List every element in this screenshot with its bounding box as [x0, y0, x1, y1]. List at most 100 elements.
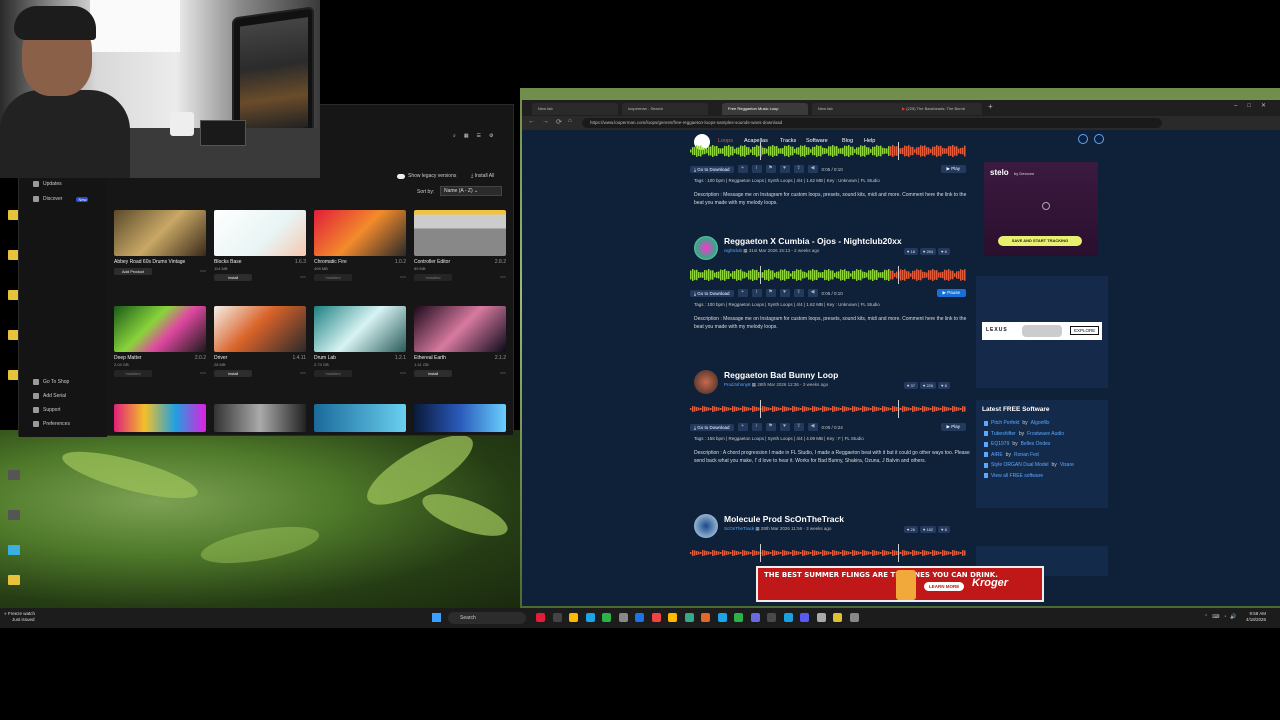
taskbar-app-icon[interactable]: [833, 613, 842, 622]
more-options-icon[interactable]: ⋯: [200, 370, 206, 377]
taskbar-app-icon[interactable]: [635, 613, 644, 622]
plugin-tile[interactable]: Drum Lab 1.2.1 2.73 GB Installed ⋯: [314, 306, 406, 377]
share-icon[interactable]: ⇪: [793, 289, 804, 297]
sidebar-item-go-to-shop[interactable]: Go To Shop: [33, 379, 69, 385]
taskbar-app-icon[interactable]: [734, 613, 743, 622]
taskbar-app-icon[interactable]: [602, 613, 611, 622]
info-icon[interactable]: i: [751, 423, 762, 431]
software-author[interactable]: Visare: [1060, 462, 1074, 468]
clock[interactable]: 9:58 AM 4/18/2026: [1246, 611, 1266, 623]
software-name[interactable]: EQ1979: [991, 441, 1009, 447]
author-avatar[interactable]: [694, 514, 718, 538]
address-bar[interactable]: https://www.looperman.com/loops/genres/f…: [582, 118, 1162, 128]
loop-title[interactable]: Reggaeton X Cumbia - Ojos - Nightclub20x…: [724, 236, 902, 246]
plugin-tile[interactable]: Chromatic Fire 1.0.2 498 MB Installed ⋯: [314, 210, 406, 281]
show-legacy-toggle[interactable]: Show legacy versions: [397, 173, 456, 179]
grid-view-icon[interactable]: ▦: [464, 133, 469, 139]
play-button[interactable]: ▶ Play: [940, 423, 966, 431]
start-icon[interactable]: [432, 613, 441, 622]
plugin-artwork[interactable]: [214, 404, 306, 432]
author-link[interactable]: ScOnTheTrack: [724, 526, 754, 531]
taskbar-app-icon[interactable]: [849, 613, 859, 622]
go-to-download-button[interactable]: ⤓ Go to Download: [690, 423, 734, 431]
taskbar-app-icon[interactable]: [750, 613, 760, 622]
more-options-icon[interactable]: ⋯: [400, 274, 406, 281]
plugin-action-button[interactable]: Install: [414, 370, 452, 377]
author-avatar[interactable]: [694, 236, 718, 260]
plugin-artwork[interactable]: [414, 210, 506, 256]
plugin-artwork[interactable]: [114, 404, 206, 432]
plugin-tile[interactable]: Ethereal Earth 2.1.2 1.41 GB Install ⋯: [414, 306, 506, 377]
plugin-artwork[interactable]: [314, 210, 406, 256]
taskbar-app-icon[interactable]: [618, 613, 628, 622]
free-software-item[interactable]: View all FREE software: [984, 473, 1049, 479]
lexus-ad[interactable]: LEXUS EXPLORE: [982, 322, 1102, 340]
lexus-cta[interactable]: EXPLORE: [1070, 326, 1100, 335]
reload-icon[interactable]: ⟳: [556, 118, 562, 126]
desktop-app-icon[interactable]: [8, 470, 20, 480]
more-options-icon[interactable]: ⋯: [300, 370, 306, 377]
heart-icon[interactable]: ♥: [779, 423, 790, 431]
browser-tab[interactable]: New tab: [812, 103, 898, 115]
settings-icon[interactable]: ⚙: [489, 133, 493, 139]
plugin-action-button[interactable]: Add Product: [114, 268, 152, 275]
more-options-icon[interactable]: ⋯: [500, 370, 506, 377]
software-author[interactable]: Frostwave Audio: [1027, 431, 1064, 437]
taskbar-app-icon[interactable]: [783, 613, 793, 622]
software-author[interactable]: Ronan Fed: [1014, 452, 1039, 458]
volume-icon[interactable]: ◀: [807, 423, 818, 431]
heart-icon[interactable]: ♥: [779, 289, 790, 297]
software-name[interactable]: Pitch Perfekt: [991, 420, 1019, 426]
volume-icon[interactable]: ◀: [807, 165, 818, 173]
more-options-icon[interactable]: ⋯: [400, 370, 406, 377]
software-name[interactable]: View all FREE software: [991, 473, 1043, 479]
author-link[interactable]: nightclub: [724, 248, 742, 253]
desktop-app-icon[interactable]: [8, 510, 20, 520]
plugin-artwork[interactable]: [414, 404, 506, 432]
new-tab-icon[interactable]: +: [988, 102, 993, 111]
taskbar-app-icon[interactable]: [701, 613, 710, 622]
sidebar-item-add-serial[interactable]: Add Serial: [33, 393, 66, 399]
add-icon[interactable]: +: [737, 423, 748, 431]
flag-icon[interactable]: ⚑: [765, 289, 776, 297]
go-to-download-button[interactable]: ⤓ Go to Download: [690, 165, 734, 173]
free-software-item[interactable]: AIRE by Ronan Fed: [984, 452, 1039, 458]
waveform[interactable]: [690, 400, 966, 418]
volume-icon[interactable]: ◀: [807, 289, 818, 297]
taskbar-app-icon[interactable]: [800, 613, 809, 622]
play-button[interactable]: ▶ Pause: [936, 289, 966, 297]
desktop-app-icon[interactable]: [8, 545, 20, 555]
plugin-artwork[interactable]: [214, 306, 306, 352]
install-all-button[interactable]: ⤓ Install All: [471, 173, 494, 179]
taskbar-app-icon[interactable]: [585, 613, 595, 622]
browser-tab[interactable]: New tab: [532, 103, 618, 115]
go-to-download-button[interactable]: ⤓ Go to Download: [690, 289, 734, 297]
back-icon[interactable]: ←: [528, 118, 535, 125]
theme-toggle-icon[interactable]: [1094, 134, 1104, 144]
info-icon[interactable]: i: [751, 165, 762, 173]
forward-icon[interactable]: →: [542, 118, 549, 125]
plugin-artwork[interactable]: [314, 404, 406, 432]
taskbar-app-icon[interactable]: [552, 613, 562, 622]
taskbar-app-icon[interactable]: [651, 613, 661, 622]
author-link[interactable]: ProdJohnny8: [724, 382, 751, 387]
author-avatar[interactable]: [694, 370, 718, 394]
waveform[interactable]: [690, 266, 966, 284]
plugin-action-button[interactable]: Installed: [314, 370, 352, 377]
system-tray[interactable]: ⌃⌨◔🔊: [1204, 614, 1241, 620]
free-software-item[interactable]: Tubeshifter by Frostwave Audio: [984, 431, 1064, 437]
sidebar-item-support[interactable]: Support: [33, 407, 61, 413]
browser-tab[interactable]: looperman - Search: [622, 103, 708, 115]
plugin-artwork[interactable]: [314, 306, 406, 352]
add-icon[interactable]: +: [737, 289, 748, 297]
window-controls[interactable]: –□✕: [1234, 102, 1276, 109]
stelo-cta[interactable]: SAVE AND START TRACKING: [998, 236, 1082, 246]
plugin-tile[interactable]: Blocks Base 1.6.3 114 MB Install ⋯: [214, 210, 306, 281]
list-view-icon[interactable]: ☰: [477, 133, 481, 139]
flag-icon[interactable]: ⚑: [765, 423, 776, 431]
heart-icon[interactable]: ♥: [779, 165, 790, 173]
flag-icon[interactable]: ⚑: [765, 165, 776, 173]
software-name[interactable]: AIRE: [991, 452, 1003, 458]
plugin-tile[interactable]: Driver 1.4.11 28 MB Install ⋯: [214, 306, 306, 377]
plugin-action-button[interactable]: Installed: [414, 274, 452, 281]
